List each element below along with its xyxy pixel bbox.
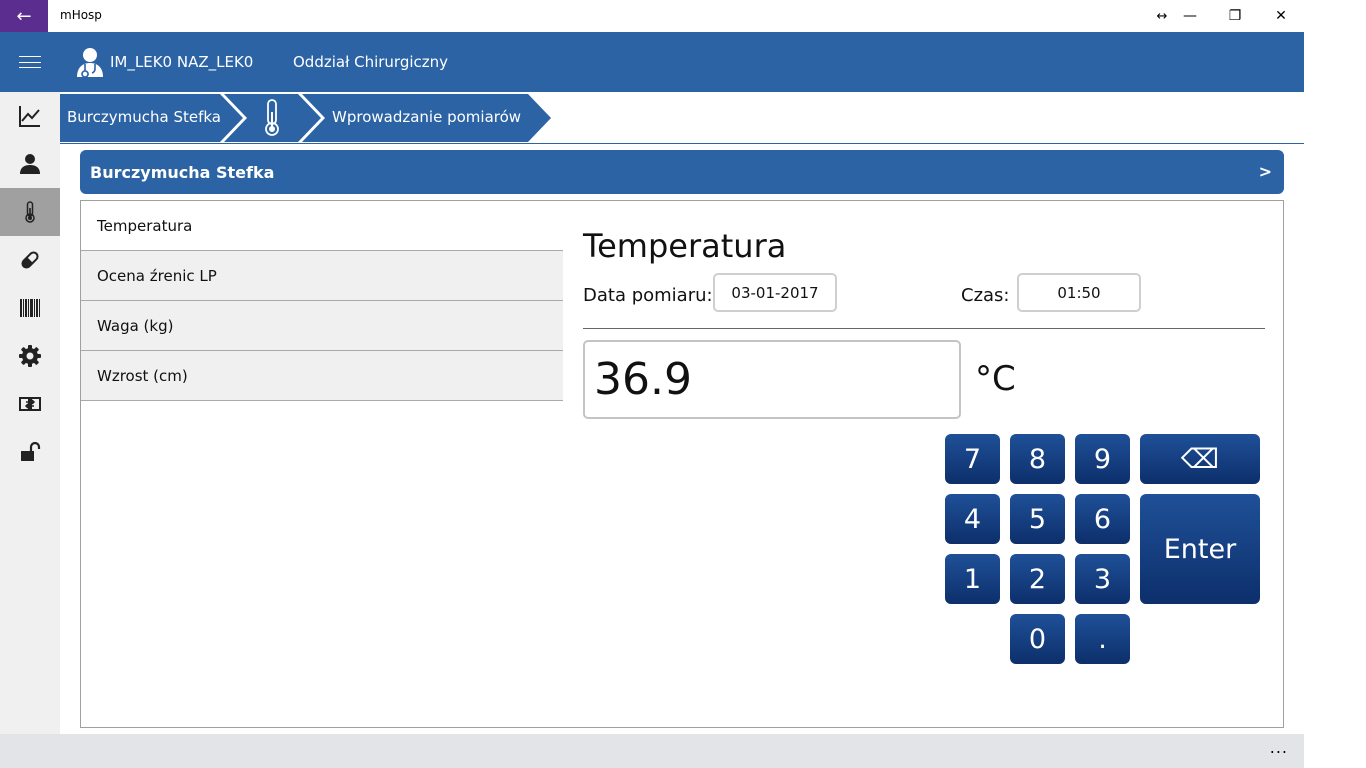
value-input[interactable]: 36.9 — [583, 340, 961, 419]
time-field[interactable]: 01:50 — [1017, 273, 1141, 312]
back-button[interactable]: ← — [0, 0, 48, 32]
enter-button[interactable]: Enter — [1140, 494, 1260, 604]
key-4[interactable]: 4 — [945, 494, 1000, 544]
key-8[interactable]: 8 — [1010, 434, 1065, 484]
bottom-app-bar: ... — [0, 734, 1304, 768]
measurement-list: Temperatura Ocena źrenic LP Waga (kg) Wz… — [81, 201, 563, 401]
nav-item-patients[interactable] — [0, 140, 60, 188]
backspace-icon: ⌫ — [1180, 443, 1220, 475]
breadcrumb: Burczymucha Stefka Wprowadzanie pomiarów — [60, 92, 1304, 144]
key-5[interactable]: 5 — [1010, 494, 1065, 544]
person-icon — [20, 154, 40, 174]
doctor-icon — [77, 48, 103, 78]
panel-title: Temperatura — [583, 227, 787, 265]
thermometer-icon — [25, 201, 35, 223]
measurement-content: Temperatura Ocena źrenic LP Waga (kg) Wz… — [80, 200, 1284, 728]
date-field[interactable]: 03-01-2017 — [713, 273, 837, 312]
barcode-icon — [20, 299, 40, 317]
minimize-button[interactable]: — — [1167, 0, 1213, 32]
nav-item-settings[interactable] — [0, 332, 60, 380]
chart-icon — [19, 106, 40, 127]
back-arrow-icon: ← — [16, 5, 32, 27]
switch-icon — [19, 397, 41, 411]
next-patient-arrow[interactable]: > — [1259, 162, 1272, 181]
gear-icon — [19, 345, 41, 367]
key-7[interactable]: 7 — [945, 434, 1000, 484]
nav-item-logout[interactable] — [0, 428, 60, 476]
divider — [583, 328, 1265, 329]
time-label: Czas: — [961, 285, 1010, 306]
key-2[interactable]: 2 — [1010, 554, 1065, 604]
app-header: IM_LEK0 NAZ_LEK0 Oddział Chirurgiczny — [0, 32, 1304, 92]
key-decimal[interactable]: . — [1075, 614, 1130, 664]
patient-bar[interactable]: Burczymucha Stefka > — [80, 150, 1284, 194]
thermometer-icon[interactable] — [262, 98, 282, 138]
unit-label: °C — [975, 359, 1016, 399]
measurement-item-temperature[interactable]: Temperatura — [81, 201, 563, 251]
restore-button[interactable]: ❐ — [1212, 0, 1258, 32]
window-title: mHosp — [60, 8, 102, 22]
nav-item-charts[interactable] — [0, 92, 60, 140]
hamburger-icon — [19, 56, 41, 68]
more-options-button[interactable]: ... — [1270, 738, 1288, 757]
backspace-button[interactable]: ⌫ — [1140, 434, 1260, 484]
breadcrumb-page: Wprowadzanie pomiarów — [332, 108, 522, 126]
patient-name: Burczymucha Stefka — [90, 163, 275, 182]
breadcrumb-patient[interactable]: Burczymucha Stefka — [67, 108, 221, 126]
key-0[interactable]: 0 — [1010, 614, 1065, 664]
nav-item-switch[interactable] — [0, 380, 60, 428]
measurement-item-height[interactable]: Wzrost (cm) — [81, 351, 563, 401]
nav-item-medication[interactable] — [0, 236, 60, 284]
measurement-item-pupils[interactable]: Ocena źrenic LP — [81, 251, 563, 301]
close-button[interactable]: ✕ — [1258, 0, 1304, 32]
key-3[interactable]: 3 — [1075, 554, 1130, 604]
nav-item-barcode[interactable] — [0, 284, 60, 332]
date-label: Data pomiaru: — [583, 285, 713, 306]
unlock-icon — [21, 441, 41, 461]
pill-icon — [21, 251, 39, 269]
department-name[interactable]: Oddział Chirurgiczny — [293, 53, 448, 71]
key-6[interactable]: 6 — [1075, 494, 1130, 544]
left-navigation — [0, 92, 60, 734]
measurement-item-weight[interactable]: Waga (kg) — [81, 301, 563, 351]
key-1[interactable]: 1 — [945, 554, 1000, 604]
key-9[interactable]: 9 — [1075, 434, 1130, 484]
nav-item-measurements[interactable] — [0, 188, 60, 236]
hamburger-menu-button[interactable] — [0, 32, 60, 92]
title-bar: ← mHosp ↔ — ❐ ✕ — [0, 0, 1366, 32]
user-name: IM_LEK0 NAZ_LEK0 — [110, 53, 254, 71]
